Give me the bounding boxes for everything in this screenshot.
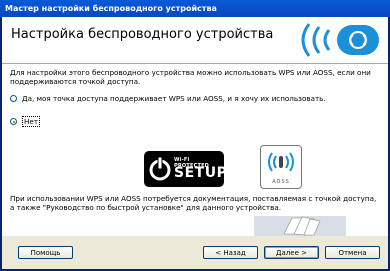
next-button[interactable]: Далее > — [264, 246, 319, 259]
intro-text: Для настройки этого беспроводного устрой… — [10, 68, 371, 86]
radio-button-off-icon[interactable] — [10, 95, 17, 102]
header-banner: Настройка беспроводного устройства — [2, 17, 388, 64]
documents-icon — [254, 216, 346, 236]
back-button[interactable]: < Назад — [203, 246, 258, 259]
wps-logo-bottom: SETUP — [174, 165, 228, 181]
page-title: Настройка беспроводного устройства — [11, 27, 274, 42]
wifi-protected-setup-logo: Wi-Fi PROTECTED SETUP — [144, 151, 228, 187]
window-title: Мастер настройки беспроводного устройств… — [0, 0, 390, 17]
wizard-content: Для настройки этого беспроводного устрой… — [2, 64, 388, 236]
wizard-window: Мастер настройки беспроводного устройств… — [0, 0, 390, 271]
aoss-logo-label: AOSS — [272, 179, 290, 185]
wizard-footer: Помощь < Назад Далее > Отмена — [2, 236, 388, 269]
wireless-signal-icon — [301, 23, 379, 57]
aoss-wireless-icon — [268, 152, 294, 172]
option-no-radio[interactable]: Нет — [10, 116, 41, 127]
wizard-client-area: Настройка беспроводного устройства Для н… — [2, 17, 388, 269]
option-no-label: Нет — [22, 116, 41, 127]
option-yes-label: Да, моя точка доступа поддерживает WPS и… — [22, 94, 326, 103]
cancel-button[interactable]: Отмена — [325, 246, 380, 259]
aoss-logo: AOSS — [260, 145, 302, 189]
help-button[interactable]: Помощь — [18, 246, 73, 259]
radio-button-on-icon[interactable] — [10, 118, 17, 125]
option-yes-radio[interactable]: Да, моя точка доступа поддерживает WPS и… — [10, 94, 326, 103]
note-text: При использовании WPS или AOSS потребует… — [10, 194, 377, 212]
wps-power-icon — [149, 157, 171, 181]
